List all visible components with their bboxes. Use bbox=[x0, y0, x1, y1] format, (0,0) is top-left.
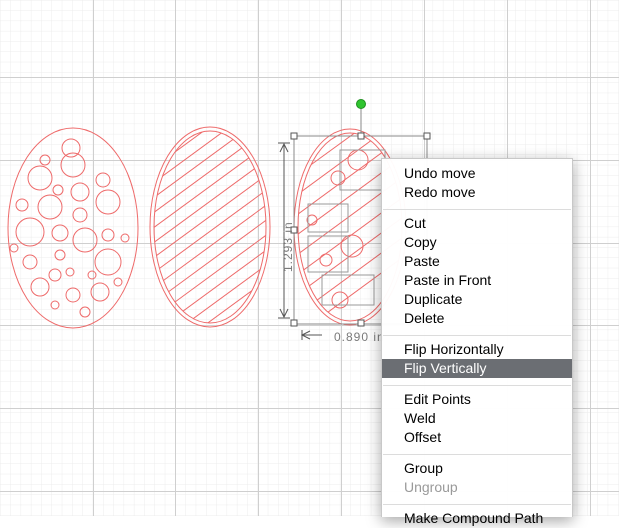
menu-item-undo-move[interactable]: Undo move bbox=[382, 164, 572, 183]
menu-separator bbox=[383, 385, 571, 386]
rotate-handle[interactable] bbox=[356, 99, 366, 109]
height-dimension-label: 1.293 in bbox=[281, 221, 295, 272]
menu-separator bbox=[383, 335, 571, 336]
context-menu: Undo move Redo move Cut Copy Paste Paste… bbox=[381, 158, 573, 526]
menu-item-edit-points[interactable]: Edit Points bbox=[382, 390, 572, 409]
menu-separator bbox=[383, 504, 571, 505]
menu-item-cut[interactable]: Cut bbox=[382, 214, 572, 233]
menu-item-make-compound-path[interactable]: Make Compound Path bbox=[382, 509, 572, 528]
menu-separator bbox=[383, 209, 571, 210]
menu-item-flip-vertically[interactable]: Flip Vertically bbox=[382, 359, 572, 378]
menu-item-paste[interactable]: Paste bbox=[382, 252, 572, 271]
width-dimension-label: 0.890 in bbox=[334, 330, 385, 344]
menu-item-flip-horizontally[interactable]: Flip Horizontally bbox=[382, 340, 572, 359]
menu-item-offset[interactable]: Offset bbox=[382, 428, 572, 447]
menu-item-group[interactable]: Group bbox=[382, 459, 572, 478]
menu-item-redo-move[interactable]: Redo move bbox=[382, 183, 572, 202]
menu-item-copy[interactable]: Copy bbox=[382, 233, 572, 252]
menu-item-duplicate[interactable]: Duplicate bbox=[382, 290, 572, 309]
menu-item-delete[interactable]: Delete bbox=[382, 309, 572, 328]
menu-separator bbox=[383, 454, 571, 455]
menu-item-weld[interactable]: Weld bbox=[382, 409, 572, 428]
menu-item-paste-in-front[interactable]: Paste in Front bbox=[382, 271, 572, 290]
menu-item-ungroup: Ungroup bbox=[404, 479, 458, 495]
